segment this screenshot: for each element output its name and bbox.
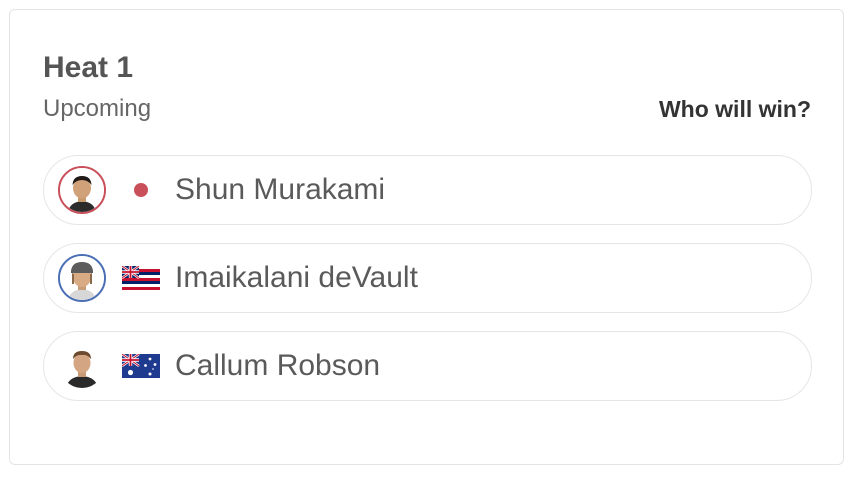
hawaii-flag-icon <box>122 266 160 290</box>
athlete-name: Callum Robson <box>175 349 381 382</box>
athlete-name: Imaikalani deVault <box>175 261 418 294</box>
athlete-avatar <box>58 342 106 390</box>
athlete-option-shun-murakami[interactable]: Shun Murakami <box>43 155 812 225</box>
australia-flag-icon <box>122 354 160 378</box>
athlete-option-imaikalani-devault[interactable]: Imaikalani deVault <box>43 243 812 313</box>
athlete-name: Shun Murakami <box>175 173 386 206</box>
heat-status: Upcoming <box>43 95 152 122</box>
who-will-win-prompt: Who will win? <box>658 96 811 122</box>
heat-title: Heat 1 <box>43 51 134 84</box>
athlete-list: Shun Murakami Imaikalani deVault Callum … <box>43 155 812 419</box>
athlete-avatar <box>58 166 106 214</box>
athlete-avatar <box>58 254 106 302</box>
japan-flag-icon <box>122 178 160 202</box>
athlete-option-callum-robson[interactable]: Callum Robson <box>43 331 812 401</box>
heat-card: Heat 1 Upcoming Who will win? Shun Murak… <box>9 9 844 465</box>
